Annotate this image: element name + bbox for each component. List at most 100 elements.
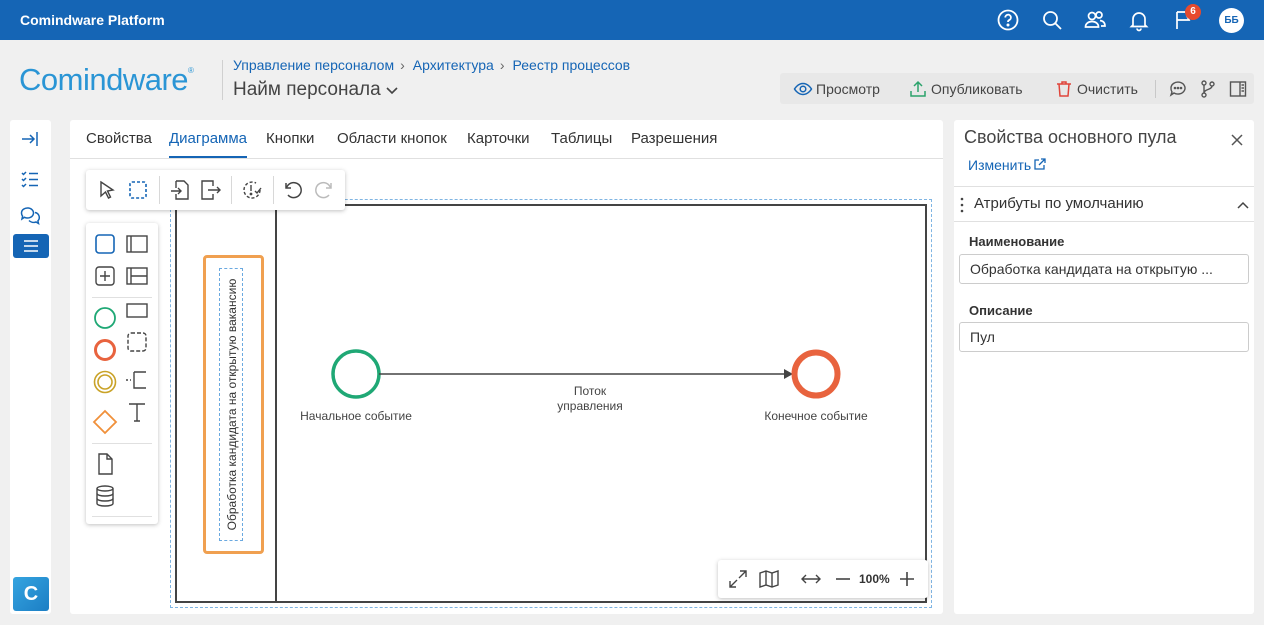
lane-shape-icon[interactable] <box>124 263 150 289</box>
breadcrumb-item[interactable]: Управление персоналом <box>233 57 394 73</box>
tab-button-areas[interactable]: Области кнопок <box>337 130 447 147</box>
intermediate-event-icon[interactable] <box>92 369 118 395</box>
association-shape-icon[interactable] <box>124 367 150 393</box>
app-title: Comindware Platform <box>20 12 165 28</box>
section-title: Атрибуты по умолчанию <box>974 195 1144 212</box>
notification-badge: 6 <box>1185 4 1201 20</box>
page-title-dropdown[interactable]: Найм персонала <box>233 79 399 101</box>
breadcrumb-item[interactable]: Архитектура <box>413 57 494 73</box>
gateway-shape-icon[interactable] <box>92 409 118 435</box>
tab-permissions[interactable]: Разрешения <box>631 130 717 147</box>
fullscreen-icon[interactable] <box>727 568 749 590</box>
zoom-in-icon[interactable] <box>896 568 918 590</box>
action-bar: Просмотр Опубликовать Очистить <box>780 73 1254 104</box>
chat-icon[interactable] <box>19 204 41 226</box>
subprocess-shape-icon[interactable] <box>92 263 118 289</box>
breadcrumb-item[interactable]: Реестр процессов <box>513 57 631 73</box>
default-attributes-section[interactable]: Атрибуты по умолчанию <box>954 187 1254 221</box>
description-field[interactable]: Пул <box>959 322 1249 352</box>
view-button[interactable]: Просмотр <box>793 73 880 104</box>
pool-label-box[interactable]: Обработка кандидата на открытую вакансию <box>219 268 243 541</box>
export-icon[interactable] <box>198 178 222 202</box>
logo-text: Comindware <box>19 62 189 97</box>
section-divider <box>954 221 1254 222</box>
collapse-icon[interactable] <box>19 128 41 150</box>
upload-icon <box>910 80 926 97</box>
annotation-shape-icon[interactable] <box>124 297 150 323</box>
import-icon[interactable] <box>168 178 192 202</box>
left-rail: C <box>10 120 51 614</box>
main-panel: Свойства Диаграмма Кнопки Области кнопок… <box>70 120 943 614</box>
action-divider <box>1155 80 1156 98</box>
diagram-toolbar <box>86 170 345 210</box>
palette-divider <box>92 516 152 517</box>
publish-button[interactable]: Опубликовать <box>908 73 1023 104</box>
chevron-down-icon <box>386 87 398 95</box>
brand-logo[interactable]: Comindware® <box>19 62 194 98</box>
tab-divider <box>70 158 943 159</box>
toolbar-divider <box>231 176 232 204</box>
page-title: Найм персонала <box>233 79 381 100</box>
toolbar-divider <box>273 176 274 204</box>
minimap-icon[interactable] <box>758 568 780 590</box>
clear-button[interactable]: Очистить <box>1054 73 1138 104</box>
toolbar-divider <box>159 176 160 204</box>
breadcrumb: Управление персоналом › Архитектура › Реестр… <box>233 57 630 73</box>
trash-icon <box>1057 80 1071 97</box>
task-shape-icon[interactable] <box>92 231 118 257</box>
close-icon[interactable] <box>1229 132 1245 148</box>
platform-logo-icon[interactable]: C <box>13 577 49 611</box>
user-avatar[interactable]: ББ <box>1219 8 1244 33</box>
comments-icon[interactable] <box>1168 79 1188 99</box>
validate-icon[interactable] <box>240 178 264 202</box>
name-label: Наименование <box>969 234 1065 249</box>
pool-shape-icon[interactable] <box>124 231 150 257</box>
text-tool-icon[interactable] <box>124 399 150 425</box>
panel-toggle-icon[interactable] <box>1228 79 1248 99</box>
tab-diagram[interactable]: Диаграмма <box>169 130 248 158</box>
list-icon[interactable] <box>13 234 49 258</box>
redo-icon[interactable] <box>312 178 336 202</box>
tab-buttons[interactable]: Кнопки <box>266 130 314 147</box>
marquee-select-icon[interactable] <box>126 178 150 202</box>
eye-icon <box>793 82 813 95</box>
chevron-up-icon <box>1237 201 1249 209</box>
end-event-label: Конечное событие <box>764 409 868 423</box>
external-link-icon <box>1034 158 1046 170</box>
top-bar: Comindware Platform 6 ББ <box>0 0 1264 40</box>
tab-properties[interactable]: Свойства <box>86 130 152 147</box>
edit-link[interactable]: Изменить <box>968 157 1047 173</box>
zoom-bar: 100% <box>718 560 928 598</box>
chevron-right-icon: › <box>400 57 405 73</box>
search-icon[interactable] <box>1040 8 1064 32</box>
shape-palette <box>86 223 158 524</box>
zoom-level: 100% <box>859 572 890 586</box>
help-icon[interactable] <box>996 8 1020 32</box>
branch-icon[interactable] <box>1198 79 1218 99</box>
bell-icon[interactable] <box>1127 8 1151 32</box>
header-divider <box>222 60 223 100</box>
name-field[interactable]: Обработка кандидата на открытую ... <box>959 254 1249 284</box>
database-shape-icon[interactable] <box>92 483 118 509</box>
users-icon[interactable] <box>1083 8 1107 32</box>
pointer-icon[interactable] <box>95 178 119 202</box>
zoom-out-icon[interactable] <box>832 568 854 590</box>
undo-icon[interactable] <box>281 178 305 202</box>
tab-bar: Свойства Диаграмма Кнопки Области кнопок… <box>70 120 943 158</box>
end-event-icon[interactable] <box>92 337 118 363</box>
document-shape-icon[interactable] <box>92 451 118 477</box>
flow-label-line2: управления <box>557 399 623 413</box>
description-label: Описание <box>969 303 1033 318</box>
start-event-icon[interactable] <box>92 305 118 331</box>
drag-handle-icon <box>960 197 964 213</box>
checklist-icon[interactable] <box>19 168 41 190</box>
chevron-right-icon: › <box>499 57 505 73</box>
properties-panel: Свойства основного пула Изменить Атрибут… <box>954 120 1254 614</box>
pool-label-selection[interactable]: Обработка кандидата на открытую вакансию <box>203 255 264 554</box>
start-event-label: Начальное событие <box>300 409 412 423</box>
fit-width-icon[interactable] <box>800 568 822 590</box>
group-shape-icon[interactable] <box>124 329 150 355</box>
tab-cards[interactable]: Карточки <box>467 130 530 147</box>
logo-registered-mark: ® <box>188 66 194 75</box>
tab-tables[interactable]: Таблицы <box>551 130 612 147</box>
